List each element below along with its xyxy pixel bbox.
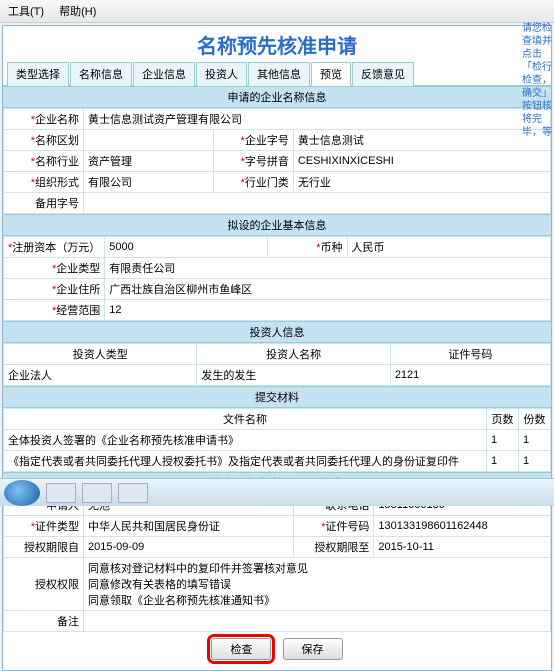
lbl-scope: 经营范围 xyxy=(56,305,100,317)
lbl-byzh: 备用字号 xyxy=(4,193,84,214)
sec1-header: 申请的企业名称信息 xyxy=(3,86,551,108)
inv-type: 企业法人 xyxy=(4,365,197,386)
lbl-currency: 币种 xyxy=(321,242,343,254)
val-hyml: 无行业 xyxy=(293,172,550,193)
val-idno: 130133198601162448 xyxy=(374,516,551,537)
file-row1: 全体投资人签署的《企业名称预先核准申请书》 xyxy=(4,430,487,451)
sec3-table: 投资人类型投资人名称证件号码 企业法人发生的发生2121 xyxy=(3,343,551,386)
lbl-pinyin: 字号拼音 xyxy=(245,156,289,168)
lbl-idtype: 证件类型 xyxy=(35,521,79,533)
val-currency: 人民币 xyxy=(347,237,551,258)
h-file: 文件名称 xyxy=(4,409,487,430)
tab-other[interactable]: 其他信息 xyxy=(248,62,310,86)
start-button[interactable] xyxy=(4,480,40,506)
h-invid: 证件号码 xyxy=(390,344,550,365)
h-invtype: 投资人类型 xyxy=(4,344,197,365)
h-copies: 份数 xyxy=(519,409,551,430)
val-scope: 12 xyxy=(105,300,551,321)
menu-help[interactable]: 帮助(H) xyxy=(59,6,96,18)
tab-enterprise[interactable]: 企业信息 xyxy=(133,62,195,86)
lbl-hyml: 行业门类 xyxy=(245,177,289,189)
auth-line1: 同意核对登记材料中的复印件并签署核对意见 xyxy=(88,560,546,576)
inv-id: 2121 xyxy=(390,365,550,386)
val-sdate: 2015-09-09 xyxy=(84,537,294,558)
sec3-header: 投资人信息 xyxy=(3,321,551,343)
lbl-type: 企业类型 xyxy=(56,263,100,275)
lbl-sdate: 授权期限自 xyxy=(4,537,84,558)
lbl-remark: 备注 xyxy=(4,611,84,632)
taskbar xyxy=(0,478,554,506)
val-remark xyxy=(84,611,551,632)
task-icon-3[interactable] xyxy=(118,483,148,503)
h-invname: 投资人名称 xyxy=(197,344,390,365)
file1-c: 1 xyxy=(519,430,551,451)
h-pages: 页数 xyxy=(487,409,519,430)
file2-p: 1 xyxy=(487,451,519,472)
tab-feedback[interactable]: 反馈意见 xyxy=(352,62,414,86)
side-note: 请您检查填并点击「检行检查，确交」按钮核将完毕，等 xyxy=(522,22,552,139)
file2-c: 1 xyxy=(519,451,551,472)
task-icon-1[interactable] xyxy=(46,483,76,503)
sec4-table: 文件名称页数份数 全体投资人签署的《企业名称预先核准申请书》11 《指定代表或者… xyxy=(3,408,551,472)
sec5-table: *申请人无池*联系电话15811060130 *证件类型中华人民共和国居民身份证… xyxy=(3,494,551,632)
val-auth: 同意核对登记材料中的复印件并签署核对意见同意修改有关表格的填写错误同意领取《企业… xyxy=(84,558,551,611)
main-panel: 名称预先核准申请 类型选择 名称信息 企业信息 投资人 其他信息 预览 反馈意见… xyxy=(2,25,552,671)
lbl-name: 企业名称 xyxy=(35,114,79,126)
lbl-auth: 授权权限 xyxy=(4,558,84,611)
file-row2: 《指定代表或者共同委托代理人授权委托书》及指定代表或者共同委托代理人的身份证复印… xyxy=(4,451,487,472)
button-bar: 检查 保存 xyxy=(3,632,551,670)
inv-name: 发生的发生 xyxy=(197,365,390,386)
val-type: 有限责任公司 xyxy=(105,258,551,279)
val-name: 黄士信息测试资产管理有限公司 xyxy=(84,109,551,130)
menu-bar: 工具(T) 帮助(H) xyxy=(0,0,554,23)
val-idtype: 中华人民共和国居民身份证 xyxy=(84,516,294,537)
tab-strip: 类型选择 名称信息 企业信息 投资人 其他信息 预览 反馈意见 xyxy=(3,61,551,86)
val-region xyxy=(84,130,214,151)
sec4-header: 提交材料 xyxy=(3,386,551,408)
lbl-edate: 授权期限至 xyxy=(294,537,374,558)
sec2-table: *注册资本（万元）5000*币种人民币 *企业类型有限责任公司 *企业住所广西壮… xyxy=(3,236,551,321)
menu-tools[interactable]: 工具(T) xyxy=(8,6,44,18)
check-button[interactable]: 检查 xyxy=(211,638,271,660)
lbl-region: 名称区划 xyxy=(35,135,79,147)
sec2-header: 拟设的企业基本信息 xyxy=(3,214,551,236)
lbl-zihao: 企业字号 xyxy=(245,135,289,147)
file1-p: 1 xyxy=(487,430,519,451)
tab-name[interactable]: 名称信息 xyxy=(70,62,132,86)
lbl-idno: 证件号码 xyxy=(325,521,369,533)
save-button[interactable]: 保存 xyxy=(283,638,343,660)
sec1-table: *企业名称黄士信息测试资产管理有限公司 *名称区划*企业字号黄士信息测试 *名称… xyxy=(3,108,551,214)
val-pinyin: CESHIXINXICESHI xyxy=(293,151,550,172)
tab-preview[interactable]: 预览 xyxy=(311,62,351,86)
task-icon-2[interactable] xyxy=(82,483,112,503)
page-title: 名称预先核准申请 xyxy=(3,26,551,61)
lbl-addr: 企业住所 xyxy=(56,284,100,296)
val-industry: 资产管理 xyxy=(84,151,214,172)
lbl-orgform: 组织形式 xyxy=(35,177,79,189)
val-edate: 2015-10-11 xyxy=(374,537,551,558)
tab-type[interactable]: 类型选择 xyxy=(7,62,69,86)
val-orgform: 有限公司 xyxy=(84,172,214,193)
lbl-industry: 名称行业 xyxy=(35,156,79,168)
val-byzh xyxy=(84,193,551,214)
val-capital: 5000 xyxy=(105,237,267,258)
auth-line2: 同意修改有关表格的填写错误 xyxy=(88,576,546,592)
lbl-capital: 注册资本（万元） xyxy=(12,242,100,254)
val-addr: 广西壮族自治区柳州市鱼峰区 xyxy=(105,279,551,300)
val-zihao: 黄士信息测试 xyxy=(293,130,550,151)
tab-investor[interactable]: 投资人 xyxy=(196,62,247,86)
auth-line3: 同意领取《企业名称预先核准通知书》 xyxy=(88,592,546,608)
